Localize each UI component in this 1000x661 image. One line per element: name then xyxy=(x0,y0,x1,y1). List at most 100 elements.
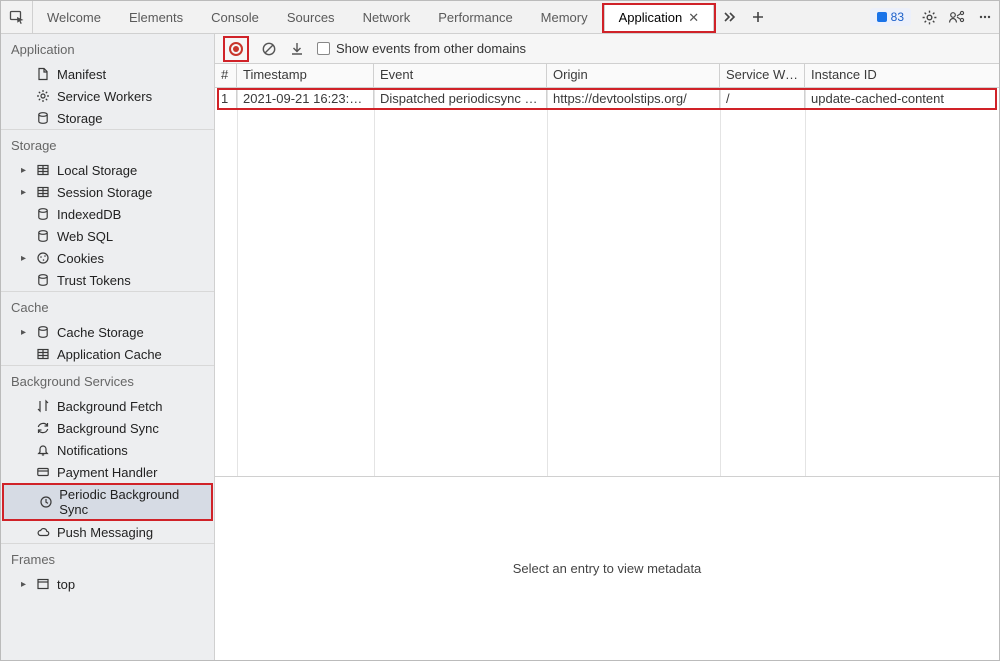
tab-performance[interactable]: Performance xyxy=(424,1,526,34)
db-icon xyxy=(35,324,51,340)
sidebar-section-application: Application xyxy=(1,34,214,63)
sidebar-item-cache-storage[interactable]: ▸Cache Storage xyxy=(1,321,214,343)
cell-origin: https://devtoolstips.org/ xyxy=(547,88,720,110)
sidebar-item-periodic-background-sync[interactable]: Periodic Background Sync xyxy=(4,485,211,519)
cell-timestamp: 2021-09-21 16:23:40… xyxy=(237,88,374,110)
sidebar-item-storage[interactable]: Storage xyxy=(1,107,214,129)
sidebar-item-label: Service Workers xyxy=(57,89,152,104)
sidebar-item-application-cache[interactable]: Application Cache xyxy=(1,343,214,365)
sidebar-item-manifest[interactable]: Manifest xyxy=(1,63,214,85)
col-event[interactable]: Event xyxy=(374,64,547,87)
sidebar-item-service-workers[interactable]: Service Workers xyxy=(1,85,214,107)
record-button-highlight xyxy=(223,36,249,62)
person-network-icon xyxy=(948,9,966,25)
col-timestamp[interactable]: Timestamp xyxy=(237,64,374,87)
tab-welcome[interactable]: Welcome xyxy=(33,1,115,34)
sidebar-item-label: Cache Storage xyxy=(57,325,144,340)
tab-application-highlight: Application ✕ xyxy=(602,3,717,33)
caret-icon: ▸ xyxy=(21,165,29,176)
issues-badge[interactable]: 83 xyxy=(870,8,911,26)
gear-icon xyxy=(921,9,938,26)
checkbox-icon xyxy=(317,42,330,55)
sidebar-item-label: Application Cache xyxy=(57,347,162,362)
tab-elements[interactable]: Elements xyxy=(115,1,197,34)
kebab-menu-button[interactable] xyxy=(971,1,999,34)
clock-icon xyxy=(38,494,54,510)
sidebar-item-payment-handler[interactable]: Payment Handler xyxy=(1,461,214,483)
sidebar-section-storage: Storage xyxy=(1,129,214,159)
sidebar-item-label: top xyxy=(57,577,75,592)
sidebar-item-session-storage[interactable]: ▸Session Storage xyxy=(1,181,214,203)
caret-icon: ▸ xyxy=(21,579,29,590)
sidebar-item-background-sync[interactable]: Background Sync xyxy=(1,417,214,439)
window-icon xyxy=(35,576,51,592)
record-button[interactable] xyxy=(229,42,243,56)
table-row[interactable]: 1 2021-09-21 16:23:40… Dispatched period… xyxy=(215,88,999,110)
show-other-domains-checkbox[interactable]: Show events from other domains xyxy=(317,41,526,56)
sidebar-item-push-messaging[interactable]: Push Messaging xyxy=(1,521,214,543)
events-table-body: 1 2021-09-21 16:23:40… Dispatched period… xyxy=(215,88,999,476)
checkbox-label: Show events from other domains xyxy=(336,41,526,56)
dots-icon xyxy=(978,10,992,24)
sidebar-item-label: Storage xyxy=(57,111,103,126)
sidebar-item-notifications[interactable]: Notifications xyxy=(1,439,214,461)
sidebar-item-label: Local Storage xyxy=(57,163,137,178)
badge-count: 83 xyxy=(891,10,904,24)
sidebar-item-label: Payment Handler xyxy=(57,465,157,480)
issue-dot-icon xyxy=(877,12,887,22)
sidebar-item-label: Background Fetch xyxy=(57,399,163,414)
sidebar-item-top[interactable]: ▸ top xyxy=(1,573,214,595)
block-icon xyxy=(261,41,277,57)
tab-sources[interactable]: Sources xyxy=(273,1,349,34)
events-table-header: # Timestamp Event Origin Service Wo… Ins… xyxy=(215,64,999,88)
tab-label: Application xyxy=(619,10,683,25)
page-icon xyxy=(35,66,51,82)
cookie-icon xyxy=(35,250,51,266)
sidebar-item-trust-tokens[interactable]: Trust Tokens xyxy=(1,269,214,291)
inspect-element-button[interactable] xyxy=(1,1,33,34)
sidebar-item-label: Manifest xyxy=(57,67,106,82)
col-origin[interactable]: Origin xyxy=(547,64,720,87)
sidebar-item-indexeddb[interactable]: IndexedDB xyxy=(1,203,214,225)
sidebar-item-local-storage[interactable]: ▸ Local Storage xyxy=(1,159,214,181)
col-sw[interactable]: Service Wo… xyxy=(720,64,805,87)
sidebar-item-background-fetch[interactable]: Background Fetch xyxy=(1,395,214,417)
events-toolbar: Show events from other domains xyxy=(215,34,999,64)
sidebar-item-label: Cookies xyxy=(57,251,104,266)
add-tab-button[interactable] xyxy=(744,1,772,34)
sidebar-section-cache: Cache xyxy=(1,291,214,321)
sidebar-item-cookies[interactable]: ▸ Cookies xyxy=(1,247,214,269)
sidebar-item-label: Push Messaging xyxy=(57,525,153,540)
download-icon xyxy=(289,41,305,57)
grid-icon xyxy=(35,162,51,178)
experiments-button[interactable] xyxy=(943,1,971,34)
grid-icon xyxy=(35,184,51,200)
save-button[interactable] xyxy=(289,41,305,57)
sidebar-item-label: Notifications xyxy=(57,443,128,458)
sidebar-item-highlight: Periodic Background Sync xyxy=(2,483,213,521)
plus-icon xyxy=(751,10,765,24)
db-icon xyxy=(35,272,51,288)
cell-instance: update-cached-content xyxy=(805,88,999,110)
more-tabs-button[interactable] xyxy=(716,1,744,34)
tab-application[interactable]: Application ✕ xyxy=(604,5,715,31)
close-icon[interactable]: ✕ xyxy=(688,10,699,26)
tab-memory[interactable]: Memory xyxy=(527,1,602,34)
sidebar-item-label: Trust Tokens xyxy=(57,273,131,288)
tab-console[interactable]: Console xyxy=(197,1,273,34)
sidebar-item-web-sql[interactable]: Web SQL xyxy=(1,225,214,247)
col-instance[interactable]: Instance ID xyxy=(805,64,999,87)
bsync-icon xyxy=(35,420,51,436)
chevron-double-right-icon xyxy=(723,10,737,24)
card-icon xyxy=(35,464,51,480)
clear-button[interactable] xyxy=(261,41,277,57)
application-sidebar: Application Manifest Service Workers Storag… xyxy=(1,34,215,660)
top-tabbar: Welcome Elements Console Sources Network… xyxy=(1,1,999,34)
tab-network[interactable]: Network xyxy=(349,1,425,34)
col-num[interactable]: # xyxy=(215,64,237,87)
settings-button[interactable] xyxy=(915,1,943,34)
caret-icon: ▸ xyxy=(21,253,29,264)
gear-icon xyxy=(35,88,51,104)
sidebar-item-label: Web SQL xyxy=(57,229,113,244)
sidebar-section-background-services: Background Services xyxy=(1,365,214,395)
